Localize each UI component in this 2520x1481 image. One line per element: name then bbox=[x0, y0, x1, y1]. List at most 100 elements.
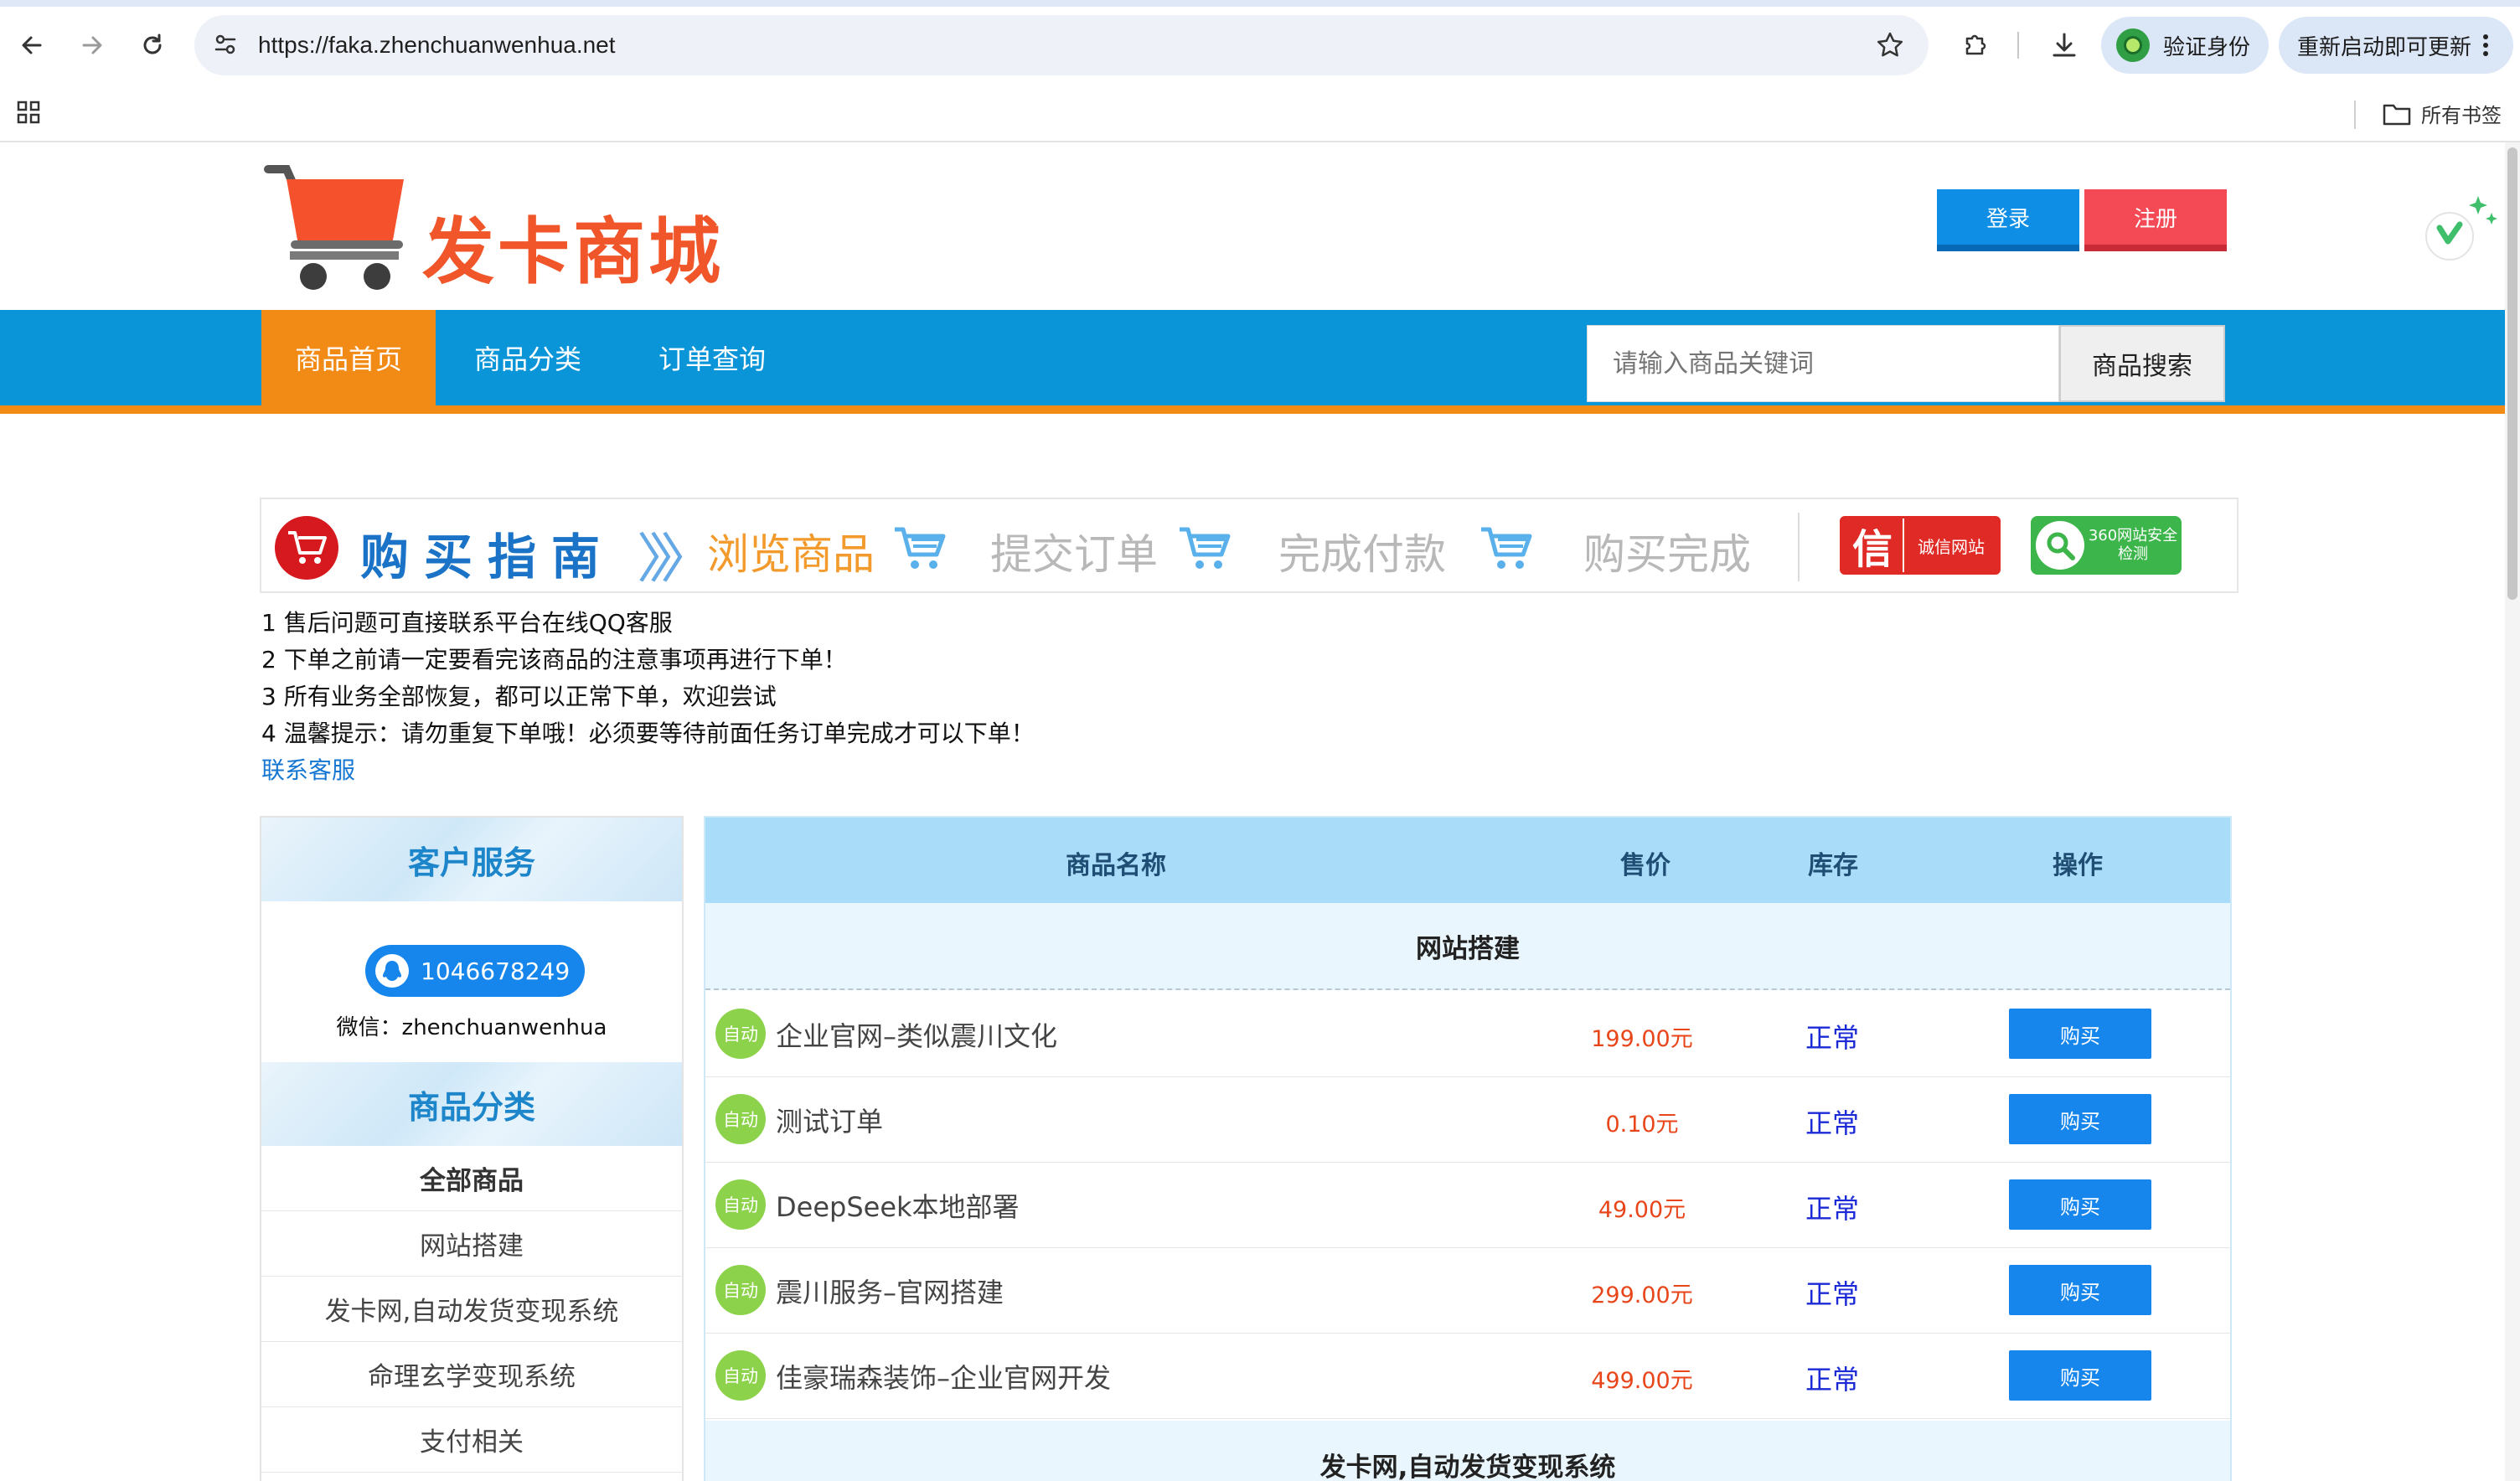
folder-icon bbox=[2383, 104, 2411, 125]
auto-delivery-badge: 自动 bbox=[715, 1179, 766, 1230]
page-scrollbar[interactable] bbox=[2505, 142, 2520, 1481]
profile-avatar-icon bbox=[2116, 28, 2150, 62]
verify-identity-button[interactable]: 验证身份 bbox=[2101, 17, 2269, 74]
buy-button[interactable]: 购买 bbox=[2009, 1265, 2151, 1315]
downloads-button[interactable] bbox=[2044, 25, 2084, 65]
chengxin-xin-mark: 信 bbox=[1842, 519, 1903, 573]
buy-button[interactable]: 购买 bbox=[2009, 1350, 2151, 1401]
product-name[interactable]: DeepSeek本地部署 bbox=[776, 1186, 1020, 1225]
site-settings-icon[interactable] bbox=[213, 32, 238, 60]
table-row: 自动 测试订单 0.10元 正常 购买 bbox=[705, 1077, 2230, 1163]
product-stock: 正常 bbox=[1805, 1364, 1859, 1396]
relaunch-update-button[interactable]: 重新启动即可更新 bbox=[2279, 17, 2513, 74]
logo-title: 发卡商城 bbox=[422, 210, 724, 294]
reload-icon bbox=[143, 34, 162, 54]
back-button[interactable] bbox=[12, 25, 52, 65]
page-content: 发卡商城 登录 注册 商品首页 商品分类 订单查询 商品搜索 购买指南 〉〉〉 … bbox=[0, 142, 2505, 1481]
security-360-badge[interactable]: 360网站安全检测 bbox=[2031, 516, 2182, 575]
bookmarks-separator bbox=[2354, 101, 2356, 129]
reload-button[interactable] bbox=[132, 25, 173, 65]
auto-delivery-badge: 自动 bbox=[715, 1265, 766, 1315]
guide-step-submit: 提交订单 bbox=[990, 530, 1158, 579]
product-stock: 正常 bbox=[1805, 1193, 1859, 1225]
product-price: 499.00元 bbox=[1591, 1368, 1693, 1394]
contact-support-link[interactable]: 联系客服 bbox=[261, 752, 1035, 789]
buy-button[interactable]: 购买 bbox=[2009, 1094, 2151, 1144]
buy-button[interactable]: 购买 bbox=[2009, 1009, 2151, 1059]
header-product-name: 商品名称 bbox=[1066, 851, 1166, 880]
address-url[interactable]: https://faka.zhenchuanwenhua.net bbox=[258, 32, 616, 59]
product-name[interactable]: 测试订单 bbox=[776, 1101, 883, 1139]
table-row: 自动 企业官网–类似震川文化 199.00元 正常 购买 bbox=[705, 992, 2230, 1077]
table-row: 自动 震川服务–官网搭建 299.00元 正常 购买 bbox=[705, 1248, 2230, 1334]
product-table: 商品名称 售价 库存 操作 网站搭建 自动 企业官网–类似震川文化 199.00… bbox=[704, 816, 2232, 1481]
product-name[interactable]: 企业官网–类似震川文化 bbox=[776, 1015, 1057, 1054]
forward-button[interactable] bbox=[72, 25, 112, 65]
notice-item: 2 下单之前请一定要看完该商品的注意事项再进行下单！ bbox=[261, 646, 847, 673]
category-item-card-system[interactable]: 发卡网,自动发货变现系统 bbox=[261, 1277, 682, 1342]
wechat-id: 微信：zhenchuanwenhua bbox=[336, 1015, 607, 1040]
product-price: 49.00元 bbox=[1598, 1197, 1686, 1223]
category-item-all[interactable]: 全部商品 bbox=[261, 1146, 682, 1211]
product-search-button[interactable]: 商品搜索 bbox=[2059, 325, 2225, 402]
qq-penguin-icon bbox=[375, 954, 409, 988]
header-price: 售价 bbox=[1620, 851, 1671, 880]
product-name[interactable]: 震川服务–官网搭建 bbox=[776, 1272, 1004, 1310]
magnifier-icon bbox=[2036, 521, 2084, 570]
group-row-website: 网站搭建 bbox=[705, 903, 2230, 990]
apps-grid-icon[interactable] bbox=[15, 99, 42, 129]
login-button[interactable]: 登录 bbox=[1937, 189, 2079, 251]
purchase-guide-banner: 购买指南 〉〉〉 浏览商品 提交订单 完成付款 购买完成 信 诚信网站 360网… bbox=[260, 498, 2239, 593]
product-price: 299.00元 bbox=[1591, 1282, 1693, 1308]
guide-title: 购买指南 bbox=[360, 529, 616, 586]
sparkle-assistant-icon bbox=[2425, 196, 2497, 261]
scrollbar-thumb[interactable] bbox=[2507, 147, 2517, 600]
main-nav: 商品首页 商品分类 订单查询 商品搜索 bbox=[0, 310, 2505, 414]
kebab-menu-icon[interactable] bbox=[2483, 34, 2489, 56]
guide-step-cart-icon bbox=[1178, 524, 1232, 575]
guide-step-done: 购买完成 bbox=[1583, 530, 1751, 579]
header-action: 操作 bbox=[2053, 851, 2103, 880]
product-stock: 正常 bbox=[1805, 1278, 1859, 1310]
table-header: 商品名称 售价 库存 操作 bbox=[705, 818, 2230, 903]
guide-step-pay: 完成付款 bbox=[1278, 530, 1446, 579]
browser-chrome: https://faka.zhenchuanwenhua.net 验证身份 重新… bbox=[0, 0, 2520, 142]
tab-strip-edge bbox=[0, 0, 2520, 7]
guide-separator bbox=[1798, 513, 1800, 581]
guide-cart-icon bbox=[275, 516, 338, 580]
address-bar[interactable]: https://faka.zhenchuanwenhua.net bbox=[194, 15, 1929, 75]
nav-home[interactable]: 商品首页 bbox=[261, 310, 436, 405]
table-row: 自动 DeepSeek本地部署 49.00元 正常 购买 bbox=[705, 1163, 2230, 1248]
chengxin-badge-label: 诚信网站 bbox=[1904, 519, 1998, 572]
nav-order-lookup[interactable]: 订单查询 bbox=[637, 310, 788, 405]
extensions-button[interactable] bbox=[1955, 25, 1996, 65]
category-item-payment[interactable]: 支付相关 bbox=[261, 1407, 682, 1473]
extension-floating-badge[interactable] bbox=[2419, 184, 2503, 268]
product-name[interactable]: 佳豪瑞森装饰–企业官网开发 bbox=[776, 1357, 1111, 1396]
shopping-cart-logo-icon bbox=[264, 165, 404, 290]
auto-delivery-badge: 自动 bbox=[715, 1009, 766, 1059]
nav-categories[interactable]: 商品分类 bbox=[452, 310, 603, 405]
all-bookmarks-button[interactable]: 所有书签 bbox=[2383, 99, 2502, 128]
bookmark-star-icon[interactable] bbox=[1875, 30, 1905, 64]
category-heading: 商品分类 bbox=[261, 1062, 682, 1146]
product-search-input[interactable] bbox=[1587, 325, 2059, 402]
notice-item: 4 温馨提示：请勿重复下单哦！必须要等待前面任务订单完成才可以下单！ bbox=[261, 720, 1035, 747]
site-logo[interactable]: 发卡商城 bbox=[261, 161, 731, 295]
product-stock: 正常 bbox=[1805, 1022, 1859, 1054]
toolbar-separator bbox=[2017, 32, 2019, 59]
auto-delivery-badge: 自动 bbox=[715, 1094, 766, 1144]
guide-step-cart-icon bbox=[893, 524, 947, 575]
all-bookmarks-label: 所有书签 bbox=[2421, 105, 2502, 127]
group-row-card-system: 发卡网,自动发货变现系统 bbox=[705, 1421, 2230, 1481]
register-button[interactable]: 注册 bbox=[2084, 189, 2227, 251]
product-stock: 正常 bbox=[1805, 1107, 1859, 1139]
qq-contact-button[interactable]: 1046678249 bbox=[365, 945, 585, 997]
chengxin-website-badge[interactable]: 信 诚信网站 bbox=[1840, 516, 2001, 575]
buy-button[interactable]: 购买 bbox=[2009, 1179, 2151, 1230]
category-item-metaphysics[interactable]: 命理玄学变现系统 bbox=[261, 1342, 682, 1407]
category-item-website[interactable]: 网站搭建 bbox=[261, 1211, 682, 1277]
download-icon bbox=[2053, 33, 2076, 57]
notice-item: 3 所有业务全部恢复，都可以正常下单，欢迎尝试 bbox=[261, 683, 777, 710]
relaunch-update-label: 重新启动即可更新 bbox=[2297, 34, 2472, 59]
